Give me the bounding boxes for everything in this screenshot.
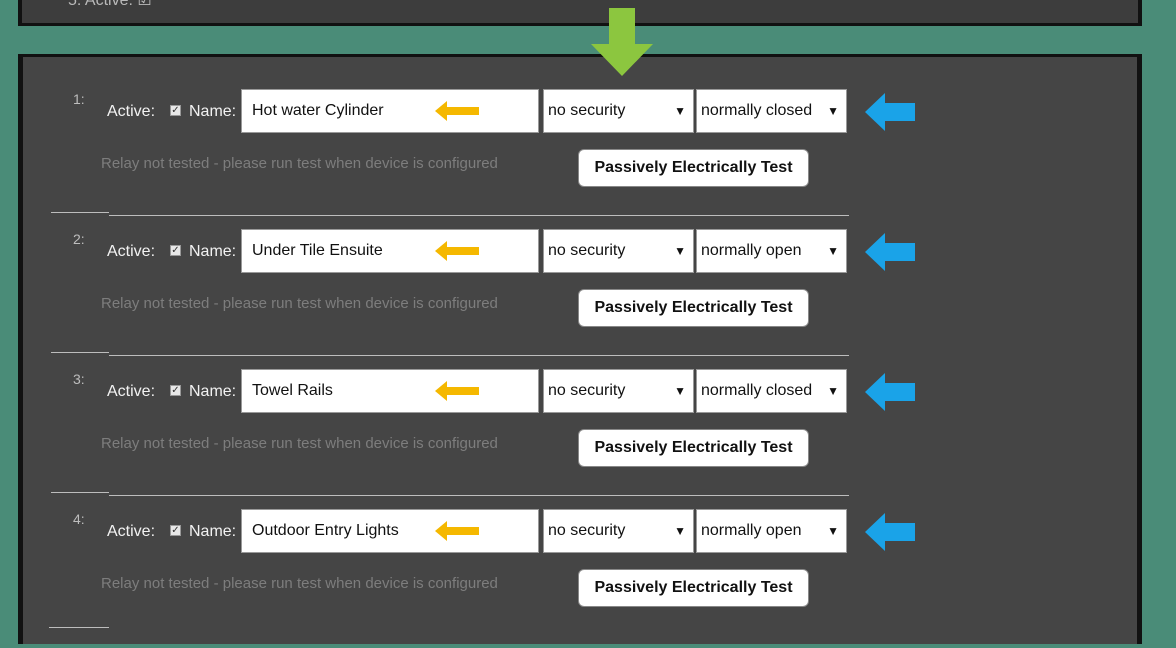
active-checkbox[interactable]: ✓: [170, 105, 181, 116]
security-select[interactable]: no security ▼: [543, 229, 694, 273]
mode-select[interactable]: normally open ▼: [696, 509, 847, 553]
relay-status-text: Relay not tested - please run test when …: [101, 435, 498, 452]
relay-row-4: 4: Active: ✓ Name: Outdoor Entry Lights …: [23, 477, 1133, 617]
relay-status-text: Relay not tested - please run test when …: [101, 295, 498, 312]
security-value: no security: [548, 382, 626, 399]
relay-number: 1:: [73, 91, 85, 107]
mode-value: normally open: [701, 242, 802, 259]
blue-arrow-icon: [865, 93, 915, 131]
dropdown-caret-icon: ▼: [674, 244, 686, 258]
green-down-arrow-icon: [591, 8, 653, 76]
relay-number: 2:: [73, 231, 85, 247]
previous-relay-strip: 5: Active: ☑: [18, 0, 1142, 26]
dropdown-caret-icon: ▼: [674, 104, 686, 118]
relay-name-input[interactable]: Towel Rails: [241, 369, 539, 413]
dropdown-caret-icon: ▼: [827, 104, 839, 118]
dropdown-caret-icon: ▼: [674, 524, 686, 538]
mode-value: normally closed: [701, 102, 813, 119]
blue-arrow-icon: [865, 373, 915, 411]
security-select[interactable]: no security ▼: [543, 89, 694, 133]
relay-number: 3:: [73, 371, 85, 387]
mode-select[interactable]: normally closed ▼: [696, 369, 847, 413]
passive-electrical-test-button[interactable]: Passively Electrically Test: [578, 289, 809, 327]
relay-row-2: 2: Active: ✓ Name: Under Tile Ensuite no…: [23, 197, 1133, 337]
passive-electrical-test-button[interactable]: Passively Electrically Test: [578, 149, 809, 187]
security-select[interactable]: no security ▼: [543, 509, 694, 553]
name-label: Name:: [189, 383, 237, 400]
dropdown-caret-icon: ▼: [827, 384, 839, 398]
active-checkbox[interactable]: ✓: [170, 385, 181, 396]
previous-relay-text: 5: Active: ☑: [68, 0, 152, 9]
dropdown-caret-icon: ▼: [827, 244, 839, 258]
relay-status-text: Relay not tested - please run test when …: [101, 155, 498, 172]
mode-value: normally closed: [701, 382, 813, 399]
active-checkbox[interactable]: ✓: [170, 245, 181, 256]
name-label: Name:: [189, 103, 237, 120]
yellow-arrow-icon: [435, 241, 479, 261]
name-label: Name:: [189, 523, 237, 540]
yellow-arrow-icon: [435, 381, 479, 401]
name-label: Name:: [189, 243, 237, 260]
active-label: Active:: [107, 523, 156, 540]
dropdown-caret-icon: ▼: [674, 384, 686, 398]
relay-status-text: Relay not tested - please run test when …: [101, 575, 498, 592]
active-label: Active:: [107, 103, 156, 120]
blue-arrow-icon: [865, 233, 915, 271]
relay-name-input[interactable]: Under Tile Ensuite: [241, 229, 539, 273]
dropdown-caret-icon: ▼: [827, 524, 839, 538]
active-label: Active:: [107, 243, 156, 260]
relay-name-input[interactable]: Hot water Cylinder: [241, 89, 539, 133]
mode-select[interactable]: normally closed ▼: [696, 89, 847, 133]
security-value: no security: [548, 522, 626, 539]
mode-value: normally open: [701, 522, 802, 539]
relay-number: 4:: [73, 511, 85, 527]
blue-arrow-icon: [865, 513, 915, 551]
mode-select[interactable]: normally open ▼: [696, 229, 847, 273]
active-checkbox[interactable]: ✓: [170, 525, 181, 536]
passive-electrical-test-button[interactable]: Passively Electrically Test: [578, 569, 809, 607]
relay-row-3: 3: Active: ✓ Name: Towel Rails no securi…: [23, 337, 1133, 477]
relay-row-1: 1: Active: ✓ Name: Hot water Cylinder no…: [23, 57, 1133, 197]
security-value: no security: [548, 242, 626, 259]
yellow-arrow-icon: [435, 101, 479, 121]
security-select[interactable]: no security ▼: [543, 369, 694, 413]
relay-name-input[interactable]: Outdoor Entry Lights: [241, 509, 539, 553]
relay-config-panel: 1: Active: ✓ Name: Hot water Cylinder no…: [18, 54, 1142, 644]
passive-electrical-test-button[interactable]: Passively Electrically Test: [578, 429, 809, 467]
active-label: Active:: [107, 383, 156, 400]
yellow-arrow-icon: [435, 521, 479, 541]
divider: [49, 627, 109, 648]
security-value: no security: [548, 102, 626, 119]
